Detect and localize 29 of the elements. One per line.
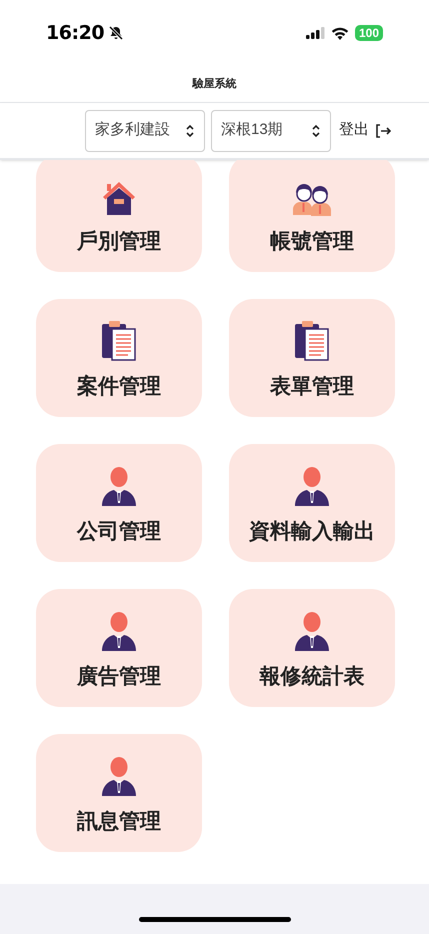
chevron-updown-icon bbox=[311, 124, 321, 138]
menu-tile[interactable]: 訊息管理 bbox=[36, 734, 202, 852]
menu-tile[interactable]: 報修統計表 bbox=[229, 589, 395, 707]
person-icon bbox=[294, 611, 330, 652]
menu-tile[interactable]: 資料輸入輸出 bbox=[229, 444, 395, 562]
menu-tile[interactable]: 表單管理 bbox=[229, 299, 395, 417]
battery-level: 100 bbox=[354, 25, 383, 41]
logout-icon bbox=[375, 124, 391, 138]
clipboard-icon bbox=[294, 321, 330, 362]
person-icon bbox=[101, 466, 137, 506]
menu-tile[interactable]: 戶別管理 bbox=[36, 160, 202, 272]
chevron-updown-icon bbox=[185, 124, 195, 138]
logout-button[interactable]: 登出 bbox=[339, 119, 391, 142]
menu-tile[interactable]: 案件管理 bbox=[36, 299, 202, 417]
menu-tile[interactable]: 廣告管理 bbox=[36, 589, 202, 707]
project-select[interactable]: 深根13期 bbox=[211, 110, 331, 152]
person-icon bbox=[101, 756, 137, 796]
company-select[interactable]: 家多利建設 bbox=[85, 110, 205, 152]
clipboard-icon bbox=[101, 321, 137, 362]
menu-tile[interactable]: 公司管理 bbox=[36, 444, 202, 562]
muted-bell-icon bbox=[108, 25, 124, 41]
clock-time: 16:20 bbox=[46, 20, 104, 46]
person-icon bbox=[294, 466, 330, 506]
app-title: 驗屋系統 bbox=[192, 76, 236, 92]
wifi-icon bbox=[330, 26, 349, 40]
menu-tile[interactable]: 帳號管理 bbox=[229, 160, 395, 272]
person-icon bbox=[101, 611, 137, 652]
people-icon bbox=[292, 182, 332, 216]
signal-icon bbox=[306, 27, 325, 39]
